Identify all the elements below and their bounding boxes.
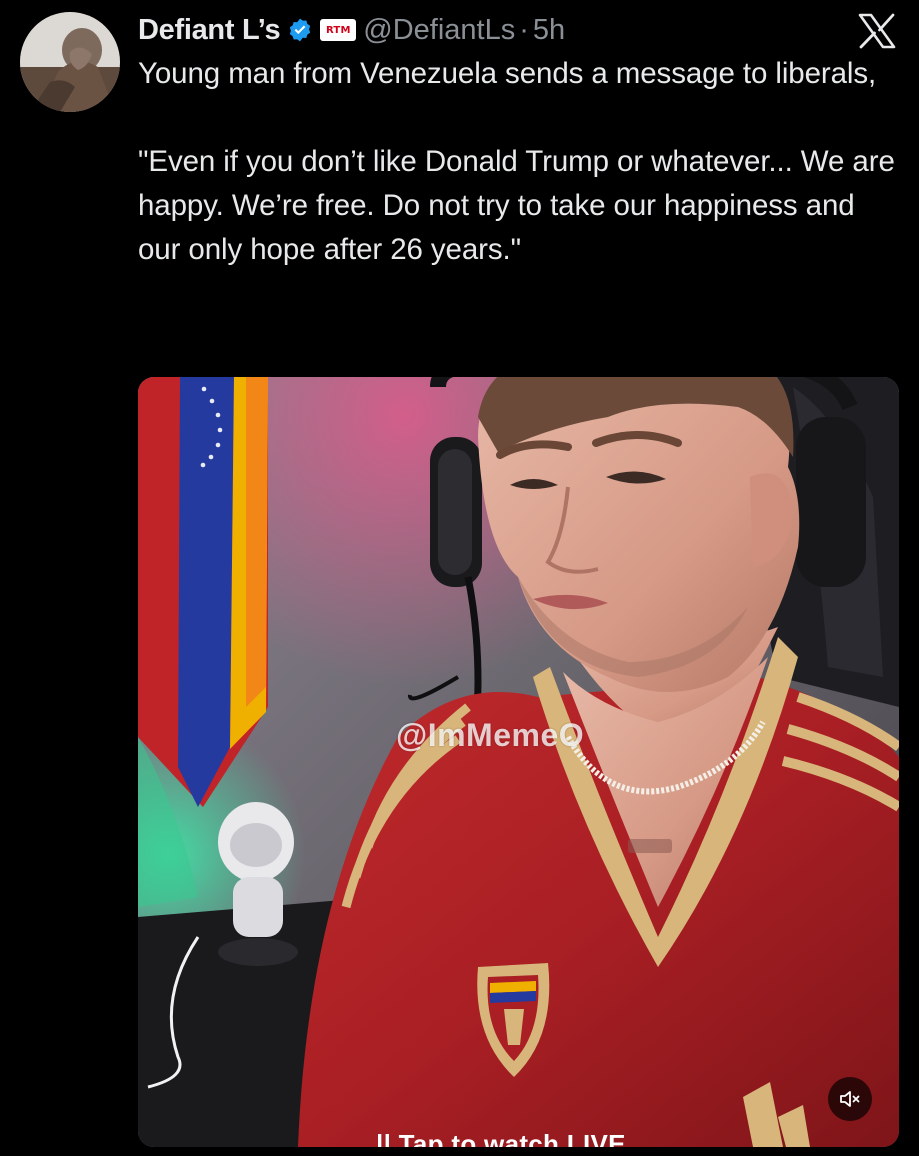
author-display-name[interactable]: Defiant L’s: [138, 14, 281, 47]
post-timestamp[interactable]: 5h: [533, 14, 565, 47]
video-watermark: @ImMemeO: [396, 717, 585, 753]
author-avatar[interactable]: [20, 12, 120, 112]
video-player[interactable]: @ImMemeO || Tap to watch LIVE: [138, 377, 899, 1147]
separator-dot: ·: [519, 13, 529, 46]
affiliate-badge-label: RTM: [325, 24, 351, 36]
author-handle[interactable]: @DefiantLs: [363, 14, 515, 47]
speaker-muted-icon: [840, 1091, 860, 1107]
post-text: Young man from Venezuela sends a message…: [138, 57, 895, 266]
tap-to-watch-live-text[interactable]: || Tap to watch LIVE: [376, 1129, 626, 1147]
avatar-image: [20, 12, 120, 112]
verified-badge-icon: [287, 17, 313, 43]
post-header: Defiant L’s RTM @DefiantLs · 5h: [138, 10, 565, 50]
x-logo-icon: [857, 13, 897, 49]
affiliate-badge[interactable]: RTM: [320, 19, 357, 41]
post: Defiant L’s RTM @DefiantLs · 5h Young ma…: [0, 0, 919, 1156]
video-frame: [138, 377, 899, 1147]
mute-toggle-button[interactable]: [828, 1077, 872, 1121]
